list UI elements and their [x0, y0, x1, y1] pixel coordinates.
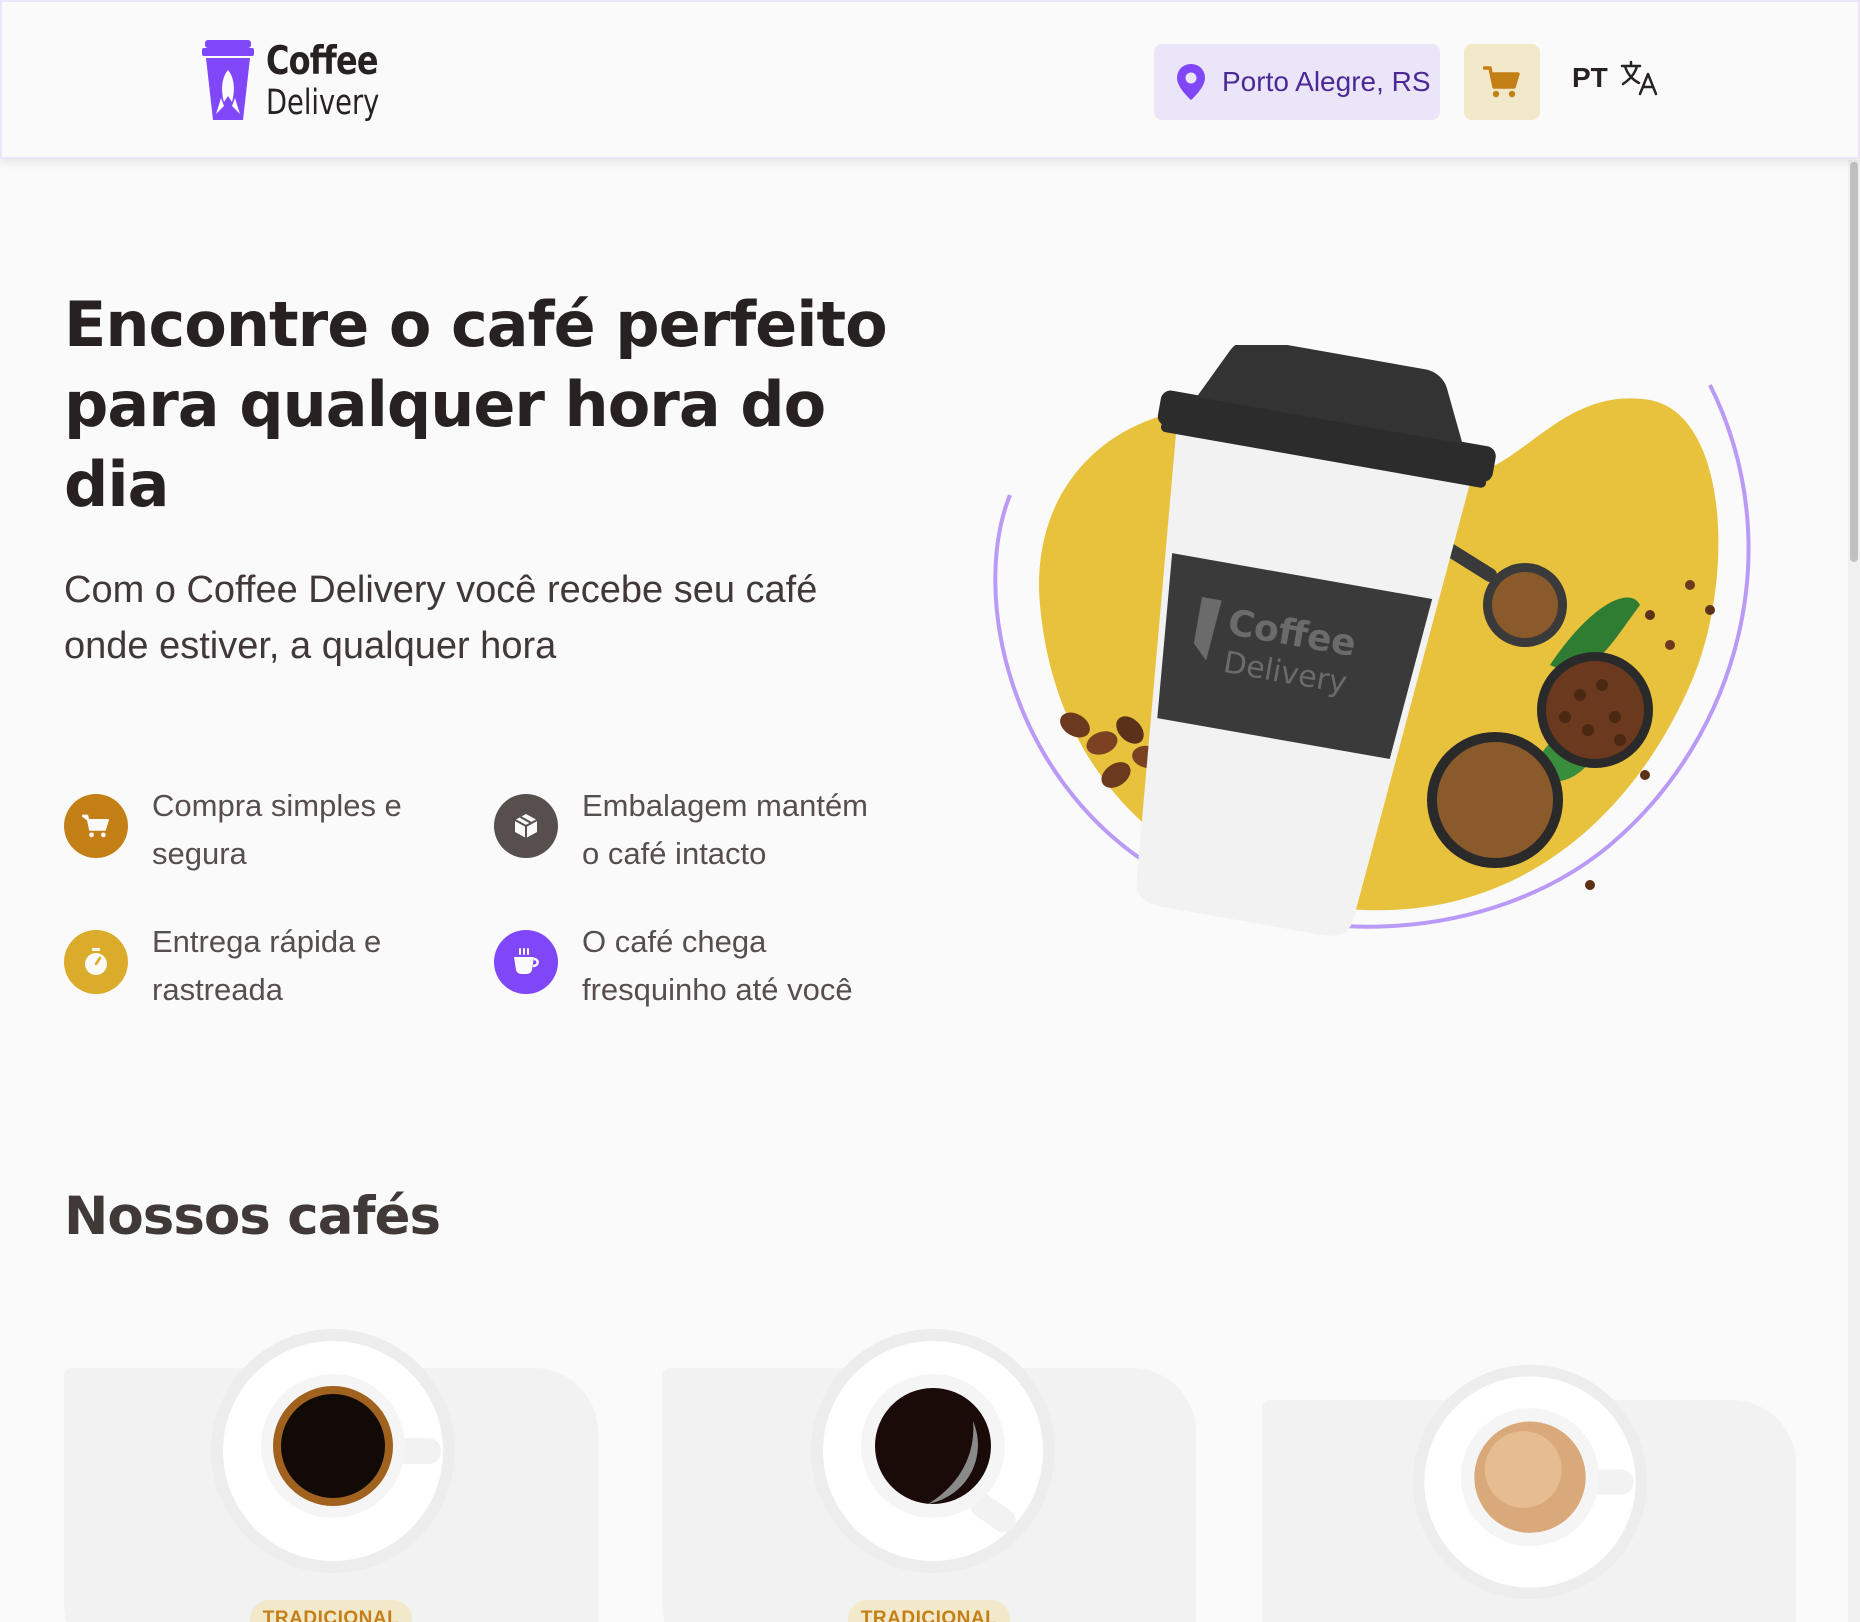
coffee-tag: TRADICIONAL: [848, 1600, 1010, 1622]
hero-subtitle: Com o Coffee Delivery você recebe seu ca…: [64, 569, 818, 667]
language-selector[interactable]: PT: [1572, 60, 1660, 96]
language-code: PT: [1572, 62, 1608, 93]
cart-icon: [64, 794, 128, 858]
section-title: Nossos cafés: [64, 1186, 441, 1247]
cart-icon: [1483, 66, 1520, 98]
coffee-tag: TRADICIONAL: [250, 1600, 412, 1622]
location-text: Porto Alegre, RS: [1222, 66, 1431, 97]
benefit-item: Compra simples e segura: [64, 782, 452, 878]
header: Coffee Delivery Porto Alegre, RS PT: [0, 0, 1860, 159]
logo-text-coffee: Coffee: [266, 38, 379, 84]
benefit-text: Entrega rápida e rastreada: [152, 924, 382, 1007]
cream-espresso-cup-image: [1412, 1364, 1648, 1600]
americano-cup-image: [811, 1329, 1055, 1573]
benefit-item: O café chega fresquinho até você: [494, 918, 882, 1014]
scrollbar[interactable]: [1848, 160, 1860, 1622]
benefit-text: O café chega fresquinho até você: [582, 924, 853, 1007]
logo-text-delivery: Delivery: [266, 82, 380, 123]
package-icon: [494, 794, 558, 858]
benefit-item: Entrega rápida e rastreada: [64, 918, 452, 1014]
map-pin-icon: [1177, 64, 1205, 100]
benefit-text: Compra simples e segura: [152, 788, 402, 871]
logo-cup-icon: [202, 40, 254, 120]
scrollbar-thumb[interactable]: [1850, 162, 1858, 562]
coffee-icon: [494, 930, 558, 994]
logo[interactable]: Coffee Delivery: [202, 40, 411, 122]
timer-icon: [64, 930, 128, 994]
espresso-cup-image: [211, 1329, 455, 1573]
location-badge[interactable]: Porto Alegre, RS: [1154, 44, 1440, 120]
hero-title: Encontre o café perfeito para qualquer h…: [64, 288, 888, 521]
hero-coffee-cup-illustration: Coffee Delivery: [993, 345, 1751, 936]
benefit-item: Embalagem mantém o café intacto: [494, 782, 882, 878]
cart-button[interactable]: [1464, 44, 1540, 120]
benefit-text: Embalagem mantém o café intacto: [582, 788, 869, 871]
translate-icon: [1620, 60, 1658, 96]
